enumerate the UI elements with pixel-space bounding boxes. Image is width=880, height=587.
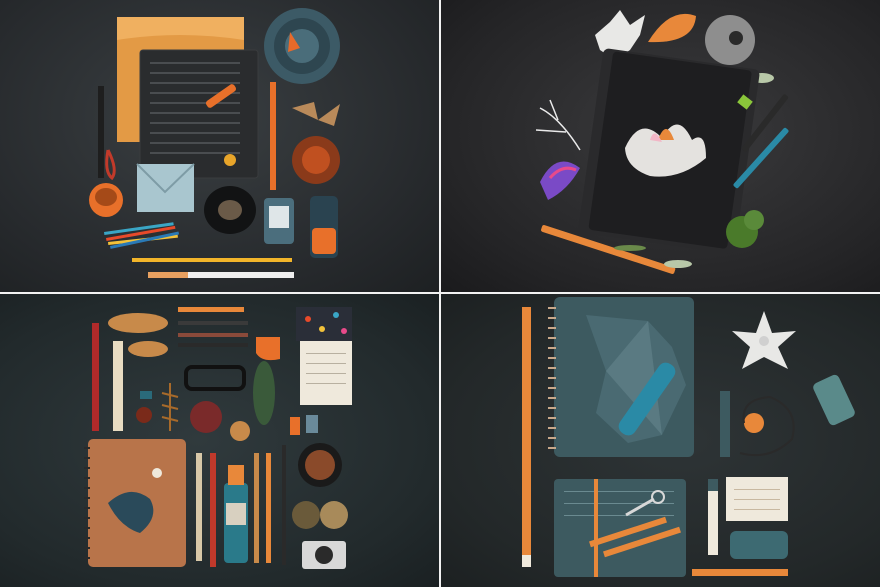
orange-earbud: [744, 413, 764, 433]
bottom-notebook: [554, 479, 686, 577]
butterfly: [292, 102, 340, 126]
yellow-pencil: [132, 258, 292, 262]
orange-pencil: [270, 82, 276, 190]
brown-leaf: [108, 313, 168, 333]
pattern-card: [296, 307, 352, 341]
panel-bottom-right: [440, 293, 880, 587]
red-pencil: [92, 323, 99, 431]
black-clip: [184, 365, 246, 391]
green-leaf: [253, 361, 275, 425]
purple-feather: [540, 161, 580, 200]
panel-top-right: [440, 0, 880, 293]
image-grid: [0, 0, 880, 587]
cream-stick: [113, 341, 123, 431]
panel-top-left: [0, 0, 440, 293]
tall-orange-pencil: [522, 307, 531, 567]
panel-bottom-left: [0, 293, 440, 587]
black-pen: [98, 86, 104, 178]
flatlay-orange: [89, 8, 340, 278]
orange-teardrop: [648, 13, 696, 43]
colored-pencils: [104, 222, 180, 249]
teal-case: [730, 531, 788, 559]
scissors: [105, 149, 116, 181]
flatlay-teal-notebook: [522, 297, 855, 577]
white-branch: [535, 99, 581, 151]
small-device: [813, 374, 855, 426]
flatlay-brown-notebook: [84, 307, 352, 569]
flatlay-black-notebook: [535, 10, 789, 274]
horizontal-divider: [0, 292, 880, 294]
pens-stack: [178, 307, 248, 347]
urchin: [190, 401, 222, 433]
